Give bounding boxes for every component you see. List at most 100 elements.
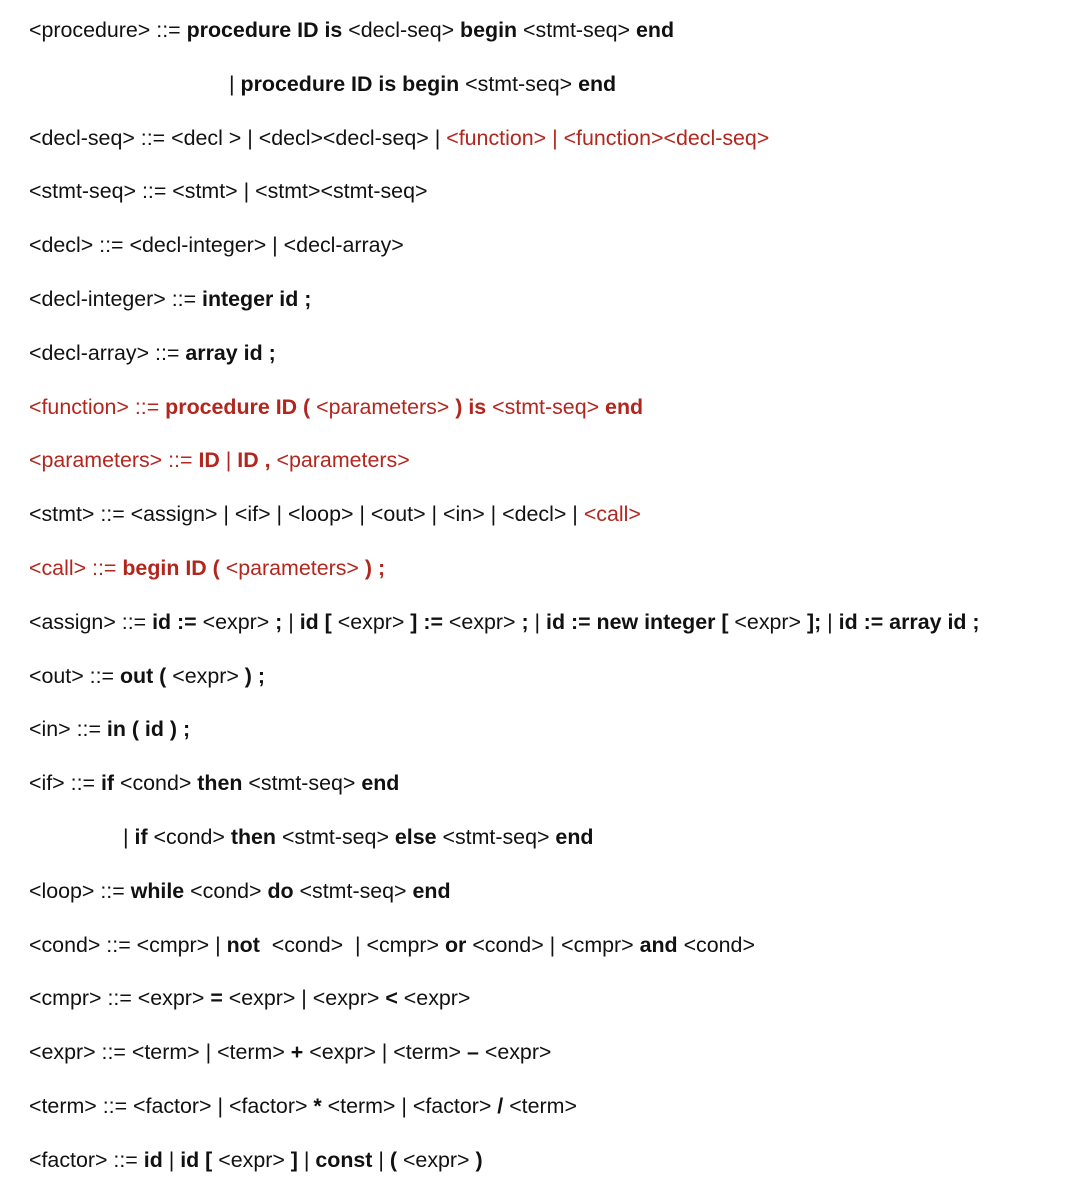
grammar-token: <cond> | <cmpr>	[259, 932, 445, 957]
grammar-token: <stmt-seq>	[486, 394, 606, 419]
grammar-token: (	[389, 1147, 397, 1172]
grammar-token: <cond> | <cmpr>	[466, 932, 640, 957]
grammar-token: array id ;	[185, 340, 276, 365]
grammar-token: <parameters>	[219, 556, 365, 580]
grammar-line: <factor> ::= id | id [ <expr> ] | const …	[29, 1143, 483, 1177]
grammar-token: <decl-seq> ::= <decl > | <decl><decl-seq…	[29, 125, 447, 150]
grammar-token: <expr>	[212, 1147, 291, 1172]
grammar-token: <expr>	[442, 609, 522, 634]
grammar-token: <loop> ::=	[29, 878, 131, 903]
grammar-token: <expr>	[196, 609, 276, 634]
grammar-token: |	[229, 71, 241, 96]
grammar-line: <procedure> ::= procedure ID is <decl-se…	[29, 13, 674, 47]
grammar-token: |	[821, 609, 839, 634]
grammar-token: <parameters>	[310, 394, 456, 419]
grammar-token: else	[394, 825, 437, 849]
grammar-line: <assign> ::= id := <expr> ; | id [ <expr…	[29, 605, 980, 639]
grammar-token: <in> ::=	[29, 717, 107, 742]
grammar-token: id :=	[152, 609, 197, 634]
grammar-token: <stmt-seq> ::= <stmt> | <stmt><stmt-seq>	[29, 179, 428, 204]
grammar-token: <stmt-seq>	[276, 825, 395, 849]
grammar-token: id := new integer [	[546, 609, 729, 634]
grammar-token: <term> ::= <factor> | <factor>	[29, 1094, 314, 1118]
grammar-token: procedure ID is	[186, 18, 343, 42]
grammar-token: ID ,	[237, 448, 271, 473]
grammar-token: <call>	[583, 502, 641, 527]
grammar-token: <cond>	[184, 878, 268, 903]
grammar-token: <out> ::=	[29, 663, 120, 688]
grammar-token: procedure ID is begin	[240, 71, 460, 96]
grammar-token: then	[230, 825, 276, 849]
grammar-token: <parameters>	[270, 448, 410, 473]
grammar-line: <decl-seq> ::= <decl > | <decl><decl-seq…	[29, 121, 769, 155]
grammar-token: <function> ::=	[29, 394, 166, 419]
grammar-token: <decl> ::= <decl-integer> | <decl-array>	[29, 233, 404, 258]
grammar-token: <stmt-seq>	[293, 878, 413, 903]
grammar-token: <parameters> ::=	[29, 448, 199, 473]
grammar-token: <expr>	[166, 663, 245, 688]
grammar-token: <decl-seq>	[342, 18, 461, 42]
grammar-token: <	[385, 986, 398, 1011]
grammar-token: id [	[180, 1147, 213, 1172]
grammar-token: end	[412, 878, 451, 903]
grammar-token: ) ;	[364, 556, 386, 580]
grammar-line: <cmpr> ::= <expr> = <expr> | <expr> < <e…	[29, 981, 470, 1015]
grammar-token: out (	[119, 663, 167, 688]
grammar-token: id [	[299, 609, 332, 634]
grammar-token: <decl-array> ::=	[29, 340, 186, 365]
grammar-line: <stmt> ::= <assign> | <if> | <loop> | <o…	[29, 497, 641, 531]
grammar-token: <assign> ::=	[29, 609, 153, 634]
grammar-token: while	[130, 878, 185, 903]
grammar-token: end	[578, 71, 617, 96]
grammar-line: <function> ::= procedure ID ( <parameter…	[29, 390, 643, 424]
grammar-line: <decl-integer> ::= integer id ;	[29, 282, 311, 316]
grammar-token: =	[210, 986, 223, 1011]
grammar-token: ] :=	[410, 609, 443, 634]
grammar-token: |	[282, 609, 300, 634]
grammar-line: <loop> ::= while <cond> do <stmt-seq> en…	[29, 874, 451, 908]
grammar-token: <expr> | <expr>	[222, 986, 386, 1011]
grammar-token: ;	[521, 609, 529, 634]
grammar-token: <expr>	[478, 1040, 552, 1065]
grammar-token: id	[143, 1147, 163, 1172]
grammar-token: begin ID (	[122, 556, 220, 580]
grammar-token: or	[444, 932, 467, 957]
grammar-token: ) is	[455, 394, 487, 419]
grammar-token: id := array id ;	[838, 609, 980, 634]
grammar-token: const	[315, 1147, 373, 1172]
grammar-line: <parameters> ::= ID | ID , <parameters>	[29, 443, 410, 477]
grammar-token: end	[361, 771, 400, 796]
grammar-token: integer id ;	[202, 287, 312, 311]
grammar-token: <expr>	[397, 986, 471, 1011]
grammar-line: <out> ::= out ( <expr> ) ;	[29, 659, 265, 693]
grammar-line: | if <cond> then <stmt-seq> else <stmt-s…	[123, 820, 593, 854]
grammar-token: <function> | <function><decl-seq>	[446, 125, 770, 150]
grammar-token: –	[466, 1040, 479, 1065]
grammar-token: ]	[290, 1147, 298, 1172]
grammar-token: procedure ID (	[165, 394, 311, 419]
grammar-line: <in> ::= in ( id ) ;	[29, 712, 190, 746]
grammar-line: <call> ::= begin ID ( <parameters> ) ;	[29, 551, 385, 585]
grammar-document: <procedure> ::= procedure ID is <decl-se…	[0, 0, 1080, 1187]
grammar-token: <procedure> ::=	[29, 18, 187, 42]
grammar-token: |	[372, 1147, 390, 1172]
grammar-token: and	[639, 932, 678, 957]
grammar-token: <stmt-seq>	[436, 825, 556, 849]
grammar-token: <stmt-seq>	[517, 18, 636, 42]
grammar-token: <term> | <factor>	[321, 1094, 498, 1118]
grammar-token: <cond>	[677, 932, 755, 957]
grammar-token: )	[475, 1147, 483, 1172]
grammar-token: <expr>	[728, 609, 807, 634]
grammar-line: <cond> ::= <cmpr> | not <cond> | <cmpr> …	[29, 928, 755, 962]
grammar-token: <factor> ::=	[29, 1147, 144, 1172]
grammar-token: <expr> ::= <term> | <term>	[29, 1040, 291, 1065]
grammar-token: <term>	[503, 1094, 577, 1118]
grammar-token: *	[313, 1094, 322, 1118]
grammar-token: +	[290, 1040, 304, 1065]
grammar-token: <call> ::=	[29, 556, 123, 580]
grammar-token: <cmpr> ::= <expr>	[29, 986, 211, 1011]
grammar-token: end	[635, 18, 675, 42]
grammar-line: <decl-array> ::= array id ;	[29, 336, 276, 370]
grammar-token: ID	[198, 448, 220, 473]
grammar-token: <stmt-seq>	[459, 71, 579, 96]
